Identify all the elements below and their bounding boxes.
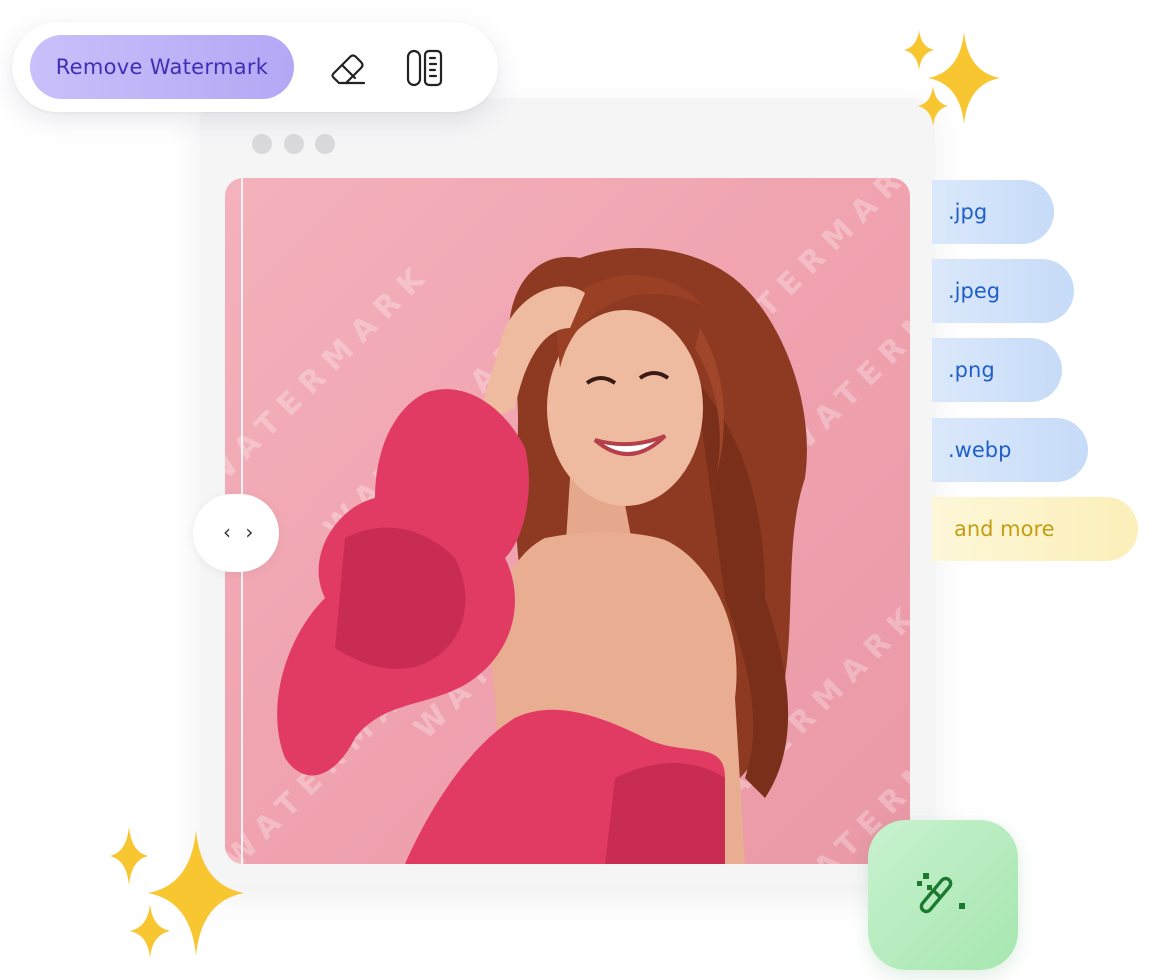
sparkle-icon [130, 904, 170, 958]
window-dot [252, 134, 272, 154]
woman-illustration [277, 248, 807, 864]
format-chip-png: .png [932, 338, 1062, 402]
remove-watermark-button[interactable]: Remove Watermark [30, 35, 294, 99]
sparkle-icon [918, 86, 948, 126]
format-chip-jpeg: .jpeg [932, 259, 1074, 323]
window-dot [284, 134, 304, 154]
magic-wand-icon [917, 873, 965, 914]
format-chip-more: and more [932, 497, 1138, 561]
compare-slider-handle[interactable]: ‹ › [193, 494, 279, 572]
format-chip-jpg: .jpg [932, 180, 1054, 244]
window-dot [315, 134, 335, 154]
format-chip-webp: .webp [932, 418, 1088, 482]
chevron-left-right-icon: ‹ › [223, 520, 258, 544]
preview-photo: WATERMARK WATERMARK WATERMARK WATERMARK … [225, 178, 910, 864]
sparkle-icon [110, 826, 148, 886]
editor-toolbar: Remove Watermark [12, 22, 498, 112]
promo-illustration: .jpg .jpeg .png .webp and more WATERMARK… [0, 0, 1152, 980]
compare-icon[interactable] [402, 46, 446, 90]
eraser-icon[interactable] [326, 46, 370, 90]
magic-remove-button[interactable] [868, 820, 1018, 970]
